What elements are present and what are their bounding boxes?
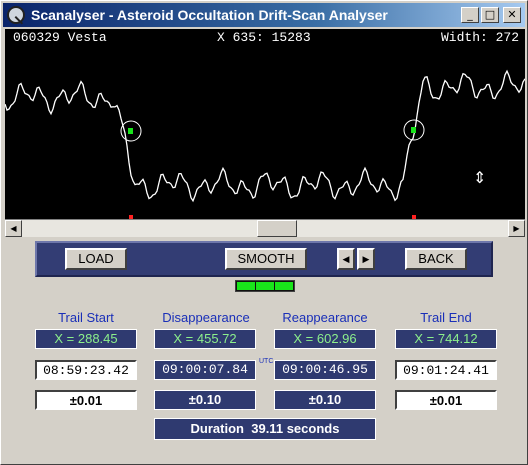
smooth-button[interactable]: SMOOTH <box>225 248 307 270</box>
smoothing-indicator <box>235 280 295 292</box>
duration-unit: seconds <box>286 421 340 436</box>
trail-end-error-field[interactable]: ±0.01 <box>395 390 497 410</box>
disappearance-error: ±0.10 <box>154 390 256 410</box>
duration-readout: Duration 39.11 seconds <box>154 418 376 440</box>
trail-start-error-field[interactable]: ±0.01 <box>35 390 137 410</box>
horizontal-scrollbar[interactable]: ◀ ▶ <box>5 219 525 237</box>
light-curve-trace <box>5 69 525 203</box>
trail-end-x: X = 744.12 <box>395 329 497 349</box>
back-button[interactable]: BACK <box>405 248 467 270</box>
scroll-right-button[interactable]: ▶ <box>508 220 525 237</box>
app-icon[interactable] <box>7 6 25 24</box>
reappearance-error: ±0.10 <box>274 390 376 410</box>
control-toolbar: LOAD SMOOTH ◀ ▶ BACK <box>35 241 493 277</box>
trail-end-time-field[interactable]: 09:01:24.41 <box>395 360 497 380</box>
disappearance-x: X = 455.72 <box>154 329 256 349</box>
vertical-resize-icon: ⇕ <box>473 170 487 187</box>
disappearance-marker[interactable] <box>128 128 133 134</box>
title-bar[interactable]: Scanalyser - Asteroid Occultation Drift-… <box>3 3 525 27</box>
indicator-segment <box>256 282 274 290</box>
width-label: Width: 272 <box>440 30 519 45</box>
indicator-segment <box>275 282 293 290</box>
scroll-thumb[interactable] <box>257 220 297 237</box>
reappearance-time: 09:00:46.95 <box>274 360 376 380</box>
maximize-button[interactable]: □ <box>481 7 499 23</box>
light-curve-svg <box>5 69 525 219</box>
trail-start-x: X = 288.45 <box>35 329 137 349</box>
disappearance-time: 09:00:07.84 <box>154 360 256 380</box>
reappearance-title: Reappearance <box>282 310 368 325</box>
disappearance-title: Disappearance <box>162 310 250 325</box>
indicator-segment <box>237 282 255 290</box>
minimize-button[interactable]: _ <box>461 7 479 23</box>
app-window: Scanalyser - Asteroid Occultation Drift-… <box>0 0 528 465</box>
scroll-left-button[interactable]: ◀ <box>5 220 22 237</box>
drift-scan-plot[interactable]: 060329 Vesta X 635: 15283 Width: 272 ⇕ <box>5 29 525 219</box>
trail-start-title: Trail Start <box>58 310 114 325</box>
duration-value: 39.11 <box>251 421 284 436</box>
step-right-button[interactable]: ▶ <box>357 248 375 270</box>
reappearance-marker[interactable] <box>411 127 416 133</box>
target-label: 060329 Vesta <box>13 30 107 45</box>
trail-end-title: Trail End <box>420 310 472 325</box>
cursor-readout: X 635: 15283 <box>217 30 311 45</box>
window-title: Scanalyser - Asteroid Occultation Drift-… <box>31 7 388 23</box>
utc-label: UTC <box>259 358 274 365</box>
reappearance-x: X = 602.96 <box>274 329 376 349</box>
duration-label: Duration <box>190 421 244 436</box>
trail-start-time-field[interactable]: 08:59:23.42 <box>35 360 137 380</box>
close-button[interactable]: ✕ <box>503 7 521 23</box>
step-left-button[interactable]: ◀ <box>337 248 355 270</box>
load-button[interactable]: LOAD <box>65 248 127 270</box>
